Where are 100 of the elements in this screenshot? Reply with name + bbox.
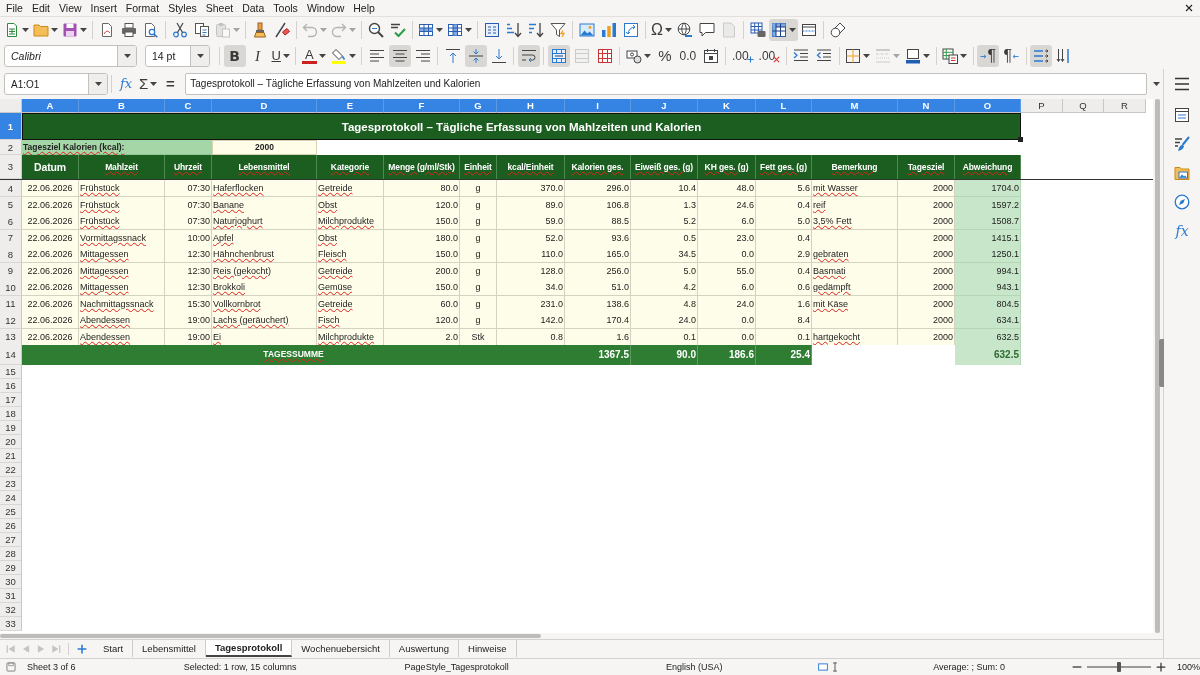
freeze-button[interactable]	[768, 19, 798, 41]
row-number[interactable]: 26	[0, 519, 22, 533]
caret-icon[interactable]	[664, 28, 672, 32]
column-letter[interactable]: E	[317, 99, 384, 113]
row-number[interactable]: 25	[0, 505, 22, 519]
menu-item[interactable]: Format	[125, 1, 160, 15]
row-number[interactable]: 33	[0, 617, 22, 631]
sum-button[interactable]: Σ	[137, 73, 160, 95]
caret-icon[interactable]	[22, 28, 29, 32]
number-button[interactable]: 0.0	[676, 45, 699, 67]
sheet-tab[interactable]: Wochenuebersicht	[292, 640, 390, 657]
menu-item[interactable]: View	[59, 1, 82, 15]
row-number[interactable]: 19	[0, 421, 22, 435]
column-letter[interactable]: A	[22, 99, 79, 113]
row-number[interactable]: 31	[0, 589, 22, 603]
add-decimal-button[interactable]: .00	[729, 45, 756, 67]
sidebar-handle[interactable]	[1159, 339, 1164, 387]
row-number[interactable]: 24	[0, 491, 22, 505]
column-letter[interactable]: G	[460, 99, 497, 113]
caret-icon[interactable]	[436, 28, 443, 32]
menu-item[interactable]: Tools	[273, 1, 298, 15]
row-number[interactable]: 12	[0, 312, 22, 329]
row-number[interactable]: 1	[0, 113, 22, 140]
row-number[interactable]: 14	[0, 345, 22, 365]
row-number[interactable]: 8	[0, 246, 22, 263]
caret-icon[interactable]	[960, 54, 968, 58]
row-number[interactable]: 20	[0, 435, 22, 449]
delete-decimal-button[interactable]: .00	[756, 45, 783, 67]
italic-button[interactable]: I	[246, 45, 269, 67]
column-letter[interactable]: J	[631, 99, 698, 113]
menu-item[interactable]: Styles	[168, 1, 197, 15]
caret-icon[interactable]	[923, 54, 931, 58]
column-letter[interactable]: C	[165, 99, 212, 113]
sheet-tab[interactable]: Start	[94, 640, 134, 657]
horizontal-scrollbar[interactable]	[0, 634, 541, 638]
row-number[interactable]: 29	[0, 561, 22, 575]
caret-icon[interactable]	[282, 54, 290, 58]
column-letter[interactable]: H	[497, 99, 565, 113]
font-color-button[interactable]: A	[299, 45, 328, 67]
font-size-field[interactable]: 14 pt	[145, 45, 210, 67]
conditional-button[interactable]	[940, 45, 970, 67]
row-number[interactable]: 32	[0, 603, 22, 617]
language[interactable]: English (USA)	[599, 662, 790, 672]
column-letter[interactable]: P	[1021, 99, 1063, 113]
zoom-percent[interactable]: 100%	[1176, 662, 1200, 672]
row-number[interactable]: 6	[0, 213, 22, 230]
menu-item[interactable]: File	[6, 1, 23, 15]
special-character-button[interactable]: Ω	[649, 19, 674, 41]
percent-button[interactable]: %	[653, 45, 676, 67]
caret-icon[interactable]	[348, 54, 356, 58]
functions-deck-button[interactable]: fx	[1170, 219, 1194, 243]
font-name-field[interactable]: Calibri	[4, 45, 137, 67]
menu-item[interactable]: Data	[242, 1, 265, 15]
caret-icon[interactable]	[788, 28, 796, 32]
borders-icon[interactable]	[845, 48, 862, 64]
column-letter[interactable]: B	[79, 99, 165, 113]
function-wizard-button[interactable]: fx	[115, 73, 137, 95]
cross-icon[interactable]	[773, 56, 781, 63]
caret-icon[interactable]	[196, 54, 204, 58]
spreadsheet-document-icon[interactable]	[4, 22, 20, 38]
table-row-icon[interactable]	[418, 22, 434, 38]
caret-icon[interactable]	[51, 28, 58, 32]
sheet-tab[interactable]: Hinweise	[459, 640, 517, 657]
page-style[interactable]: PageStyle_Tagesprotokoll	[401, 662, 600, 672]
caret-icon[interactable]	[94, 82, 102, 86]
column-letter[interactable]: I	[565, 99, 631, 113]
bold-button[interactable]: B	[223, 45, 246, 67]
row-number[interactable]: 10	[0, 279, 22, 296]
caret-icon[interactable]	[80, 28, 87, 32]
name-box[interactable]: A1:O1	[4, 73, 108, 95]
row-number[interactable]: 28	[0, 547, 22, 561]
row-number[interactable]: 21	[0, 449, 22, 463]
menu-item[interactable]: Help	[353, 1, 375, 15]
vertical-scrollbar[interactable]	[1155, 99, 1160, 633]
column-letter[interactable]: N	[898, 99, 955, 113]
formula-input[interactable]: Tagesprotokoll – Tägliche Erfassung von Mahlzeiten und Kalorien	[185, 73, 1147, 95]
arrow-left-icon[interactable]	[1012, 52, 1020, 60]
row-number[interactable]: 3	[0, 155, 22, 179]
left-to-right-button[interactable]: ¶	[977, 45, 1000, 67]
table-column-icon[interactable]	[447, 22, 463, 38]
caret-icon[interactable]	[863, 54, 871, 58]
border-color-icon[interactable]	[905, 48, 922, 64]
menu-item[interactable]: Sheet	[205, 1, 234, 15]
row-number[interactable]: 4	[0, 180, 22, 197]
sheet-tab[interactable]: Tagesprotokoll	[205, 640, 293, 657]
caret-icon[interactable]	[1152, 82, 1160, 86]
right-to-left-button[interactable]: ¶	[1000, 45, 1023, 67]
row-number[interactable]: 23	[0, 477, 22, 491]
column-letter[interactable]: F	[384, 99, 460, 113]
banknote-coin-icon[interactable]	[625, 48, 642, 64]
row-number[interactable]: 30	[0, 575, 22, 589]
column-letter[interactable]: M	[812, 99, 898, 113]
fill-handle[interactable]	[1018, 137, 1023, 142]
column-letter[interactable]: O	[955, 99, 1021, 113]
frozen-grid-icon[interactable]	[770, 22, 787, 38]
caret-icon[interactable]	[465, 28, 472, 32]
close-icon[interactable]	[1185, 4, 1193, 12]
menu-item[interactable]: Insert	[90, 1, 117, 15]
underline-button[interactable]: U	[269, 45, 292, 67]
conditional-format-icon[interactable]	[942, 48, 959, 64]
